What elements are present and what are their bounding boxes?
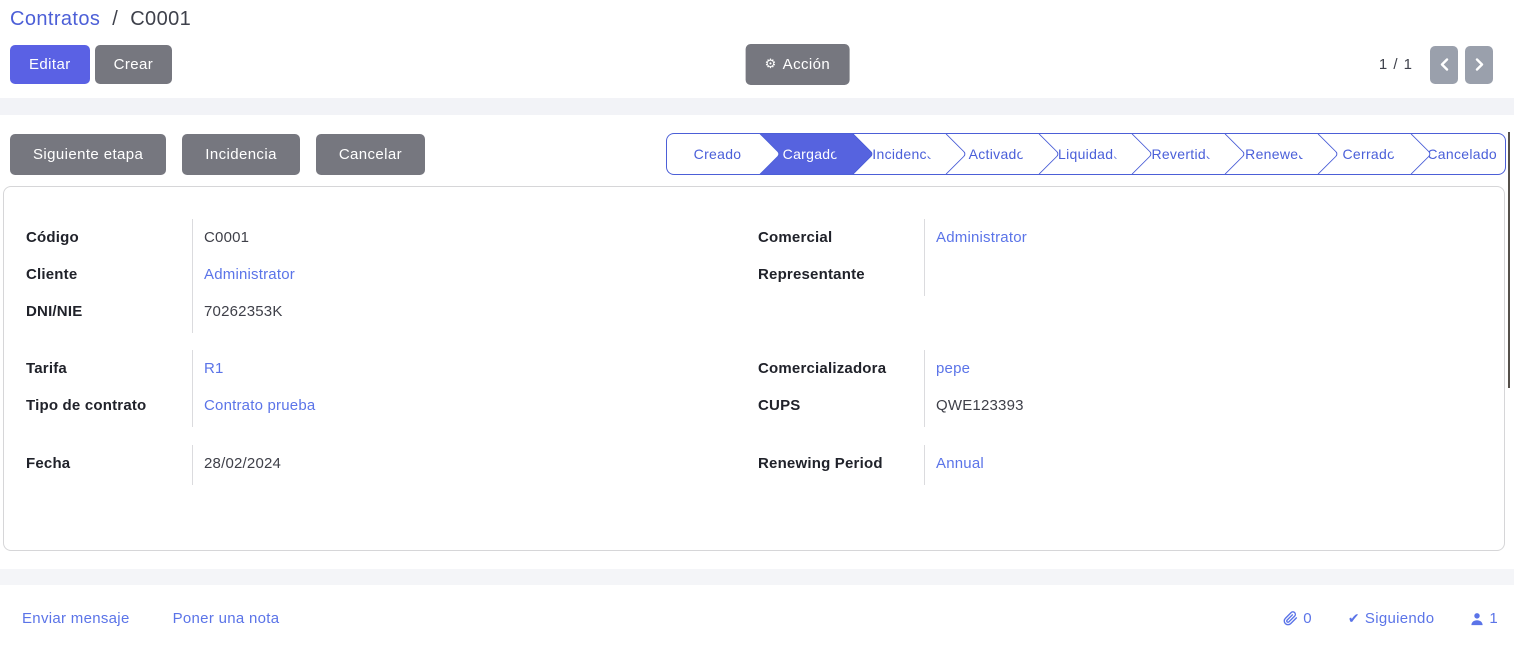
following-label: Siguiendo [1365,610,1434,627]
log-note-link[interactable]: Poner una nota [173,610,280,627]
field-label-tipo-contrato: Tipo de contrato [26,397,192,414]
incident-button[interactable]: Incidencia [182,134,300,175]
send-message-link[interactable]: Enviar mensaje [22,610,130,627]
field-row-dni: DNI/NIE 70262353K [26,293,750,330]
stage-action-buttons: Siguiente etapa Incidencia Cancelar [10,134,425,175]
field-value-codigo: C0001 [192,229,750,246]
form-column-left: Código C0001 Cliente Administrator DNI/N… [26,219,750,482]
field-row-fecha: Fecha 28/02/2024 [26,445,750,482]
gear-icon: ⚙ [765,58,777,71]
form-column-right: Comercial Administrator Representante Co… [758,219,1482,482]
status-row: Siguiente etapa Incidencia Cancelar Crea… [10,133,1506,175]
field-label-representante: Representante [758,266,924,283]
paperclip-icon [1283,611,1298,626]
field-group-comercial: Comercial Administrator Representante [758,219,1482,293]
pager-next-button[interactable] [1465,46,1493,84]
field-value-renewing-period-link[interactable]: Annual [924,455,1482,472]
vertical-scrollbar-thumb[interactable] [1508,132,1510,388]
field-group-comercializadora: Comercializadora pepe CUPS QWE123393 [758,350,1482,424]
breadcrumb-separator: / [112,8,118,30]
form-grid: Código C0001 Cliente Administrator DNI/N… [26,219,1482,482]
next-stage-button[interactable]: Siguiente etapa [10,134,166,175]
field-label-comercializadora: Comercializadora [758,360,924,377]
field-value-fecha: 28/02/2024 [192,455,750,472]
separator-band-top [0,98,1514,115]
field-label-dni: DNI/NIE [26,303,192,320]
edit-button[interactable]: Editar [10,45,90,84]
follower-count: 1 [1489,610,1498,627]
breadcrumb-section[interactable]: Contratos [10,8,100,30]
form-card: Código C0001 Cliente Administrator DNI/N… [3,186,1505,551]
field-row-cups: CUPS QWE123393 [758,387,1482,424]
create-button[interactable]: Crear [95,45,173,84]
chevron-right-icon [1475,58,1484,71]
field-value-tipo-contrato-link[interactable]: Contrato prueba [192,397,750,414]
pager-previous-button[interactable] [1430,46,1458,84]
field-row-tipo-contrato: Tipo de contrato Contrato prueba [26,387,750,424]
field-row-tarifa: Tarifa R1 [26,350,750,387]
field-value-comercial-link[interactable]: Administrator [924,229,1482,246]
field-value-cliente-link[interactable]: Administrator [192,266,750,283]
field-row-renewing-period: Renewing Period Annual [758,445,1482,482]
field-value-tarifa-link[interactable]: R1 [192,360,750,377]
chatter-right-tools: 0 ✔ Siguiendo 1 [1283,610,1498,627]
following-toggle[interactable]: ✔ Siguiendo [1348,610,1434,627]
attachments-button[interactable]: 0 [1283,610,1312,627]
action-button-label: Acción [783,56,830,73]
action-button[interactable]: ⚙ Acción [746,44,850,85]
field-group-renewing: Renewing Period Annual [758,445,1482,482]
status-pipeline: Creado Cargado Incidence Activado Liquid… [666,133,1506,175]
field-label-fecha: Fecha [26,455,192,472]
field-row-cliente: Cliente Administrator [26,256,750,293]
chevron-left-icon [1440,58,1449,71]
pager: 1 / 1 [1379,46,1493,84]
field-label-renewing-period: Renewing Period [758,455,924,472]
field-group-identity: Código C0001 Cliente Administrator DNI/N… [26,219,750,330]
person-icon [1470,612,1484,626]
check-icon: ✔ [1348,612,1360,626]
field-value-comercializadora-link[interactable]: pepe [924,360,1482,377]
field-value-dni: 70262353K [192,303,750,320]
cancel-button[interactable]: Cancelar [316,134,425,175]
field-label-cliente: Cliente [26,266,192,283]
chatter-bar: Enviar mensaje Poner una nota 0 ✔ Siguie… [0,610,1514,627]
field-value-cups: QWE123393 [924,397,1482,414]
separator-band-bottom [0,569,1514,585]
pager-counter: 1 / 1 [1379,56,1413,73]
toolbar: Editar Crear ⚙ Acción 1 / 1 [10,44,1504,85]
field-group-tarifa: Tarifa R1 Tipo de contrato Contrato prue… [26,350,750,424]
field-label-cups: CUPS [758,397,924,414]
field-row-representante: Representante [758,256,1482,293]
top-bar: Contratos / C0001 Editar Crear ⚙ Acción … [0,0,1514,85]
stage-creado[interactable]: Creado [666,133,760,175]
field-row-codigo: Código C0001 [26,219,750,256]
field-label-comercial: Comercial [758,229,924,246]
field-label-tarifa: Tarifa [26,360,192,377]
attachment-count: 0 [1303,610,1312,627]
field-row-comercializadora: Comercializadora pepe [758,350,1482,387]
field-row-comercial: Comercial Administrator [758,219,1482,256]
field-group-fecha: Fecha 28/02/2024 [26,445,750,482]
followers-button[interactable]: 1 [1470,610,1498,627]
field-label-codigo: Código [26,229,192,246]
breadcrumb-record: C0001 [130,8,191,30]
breadcrumb: Contratos / C0001 [10,8,1504,31]
